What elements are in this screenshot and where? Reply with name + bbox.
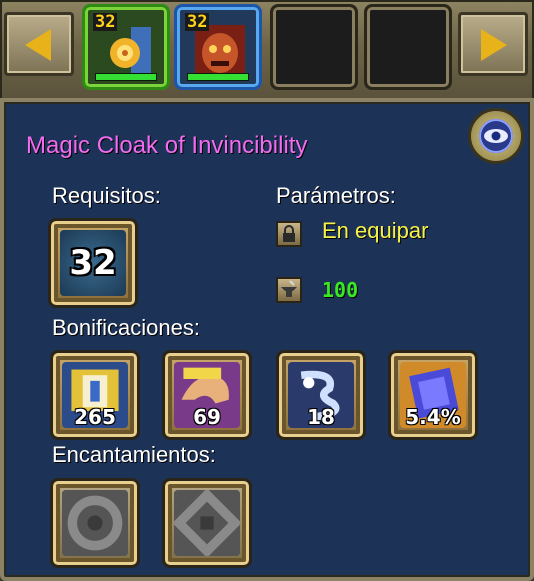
- enchantments-label: Encantamientos:: [52, 442, 216, 467]
- bonus-spell-value: 5.4%: [405, 405, 461, 429]
- demon-mask-icon: [195, 25, 245, 75]
- parameters-label: Parámetros:: [276, 183, 396, 208]
- slot-level-badge: 32: [93, 12, 118, 32]
- carousel-slot-2[interactable]: 32: [174, 4, 262, 90]
- bonus-armor[interactable]: 265: [50, 350, 140, 440]
- bonus-strength-value: 69: [193, 405, 221, 429]
- empty-slot-icon: [291, 25, 341, 75]
- bonus-armor-value: 265: [74, 405, 116, 429]
- arrow-left-icon: [25, 29, 51, 61]
- durability-value: 100: [322, 278, 359, 302]
- required-level-box: 32: [48, 218, 138, 308]
- bonuses-label: Bonificaciones:: [52, 315, 200, 340]
- enchant-slot-2[interactable]: [162, 478, 252, 568]
- anvil-icon: [276, 277, 302, 303]
- bind-on-equip-text: En equipar: [322, 218, 429, 243]
- slot-level-badge: 32: [185, 12, 210, 32]
- golden-amulet-icon: [110, 27, 151, 73]
- requirements-label: Requisitos:: [52, 183, 161, 208]
- bonus-agility[interactable]: 18: [276, 350, 366, 440]
- eye-icon: [479, 119, 513, 153]
- required-level-value: 32: [69, 243, 117, 283]
- enchant-slot-square-icon: [174, 490, 240, 556]
- carousel-slot-4[interactable]: [364, 4, 452, 90]
- bonus-spell[interactable]: 5.4%: [388, 350, 478, 440]
- lock-icon: [276, 221, 302, 247]
- arrow-right-icon: [481, 29, 507, 61]
- item-name: Magic Cloak of Invincibility: [26, 132, 308, 159]
- bonus-strength[interactable]: 69: [162, 350, 252, 440]
- previous-arrow-button[interactable]: [4, 12, 74, 76]
- enchant-slot-round-icon: [62, 490, 128, 556]
- carousel-slot-3[interactable]: [270, 4, 358, 90]
- bonus-agility-value: 18: [307, 405, 335, 429]
- empty-slot-icon: [385, 25, 435, 75]
- inspect-eye-button[interactable]: [468, 108, 524, 164]
- enchant-slot-1[interactable]: [50, 478, 140, 568]
- carousel-slot-1[interactable]: 32: [82, 4, 170, 90]
- slot-health-bar: [95, 73, 157, 81]
- item-carousel: 32 32: [0, 0, 534, 100]
- slot-health-bar: [187, 73, 249, 81]
- next-arrow-button[interactable]: [458, 12, 528, 76]
